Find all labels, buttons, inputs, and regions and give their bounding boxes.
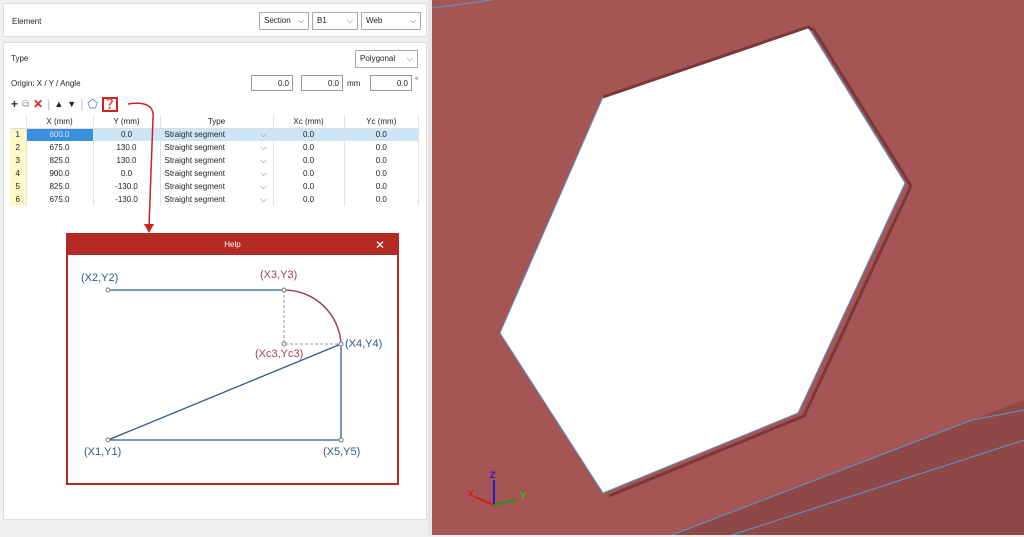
help-title: Help [224, 240, 241, 249]
label-pc: (Xc3,Yc3) [255, 348, 303, 360]
label-p5: (X5,Y5) [323, 446, 360, 458]
help-diagram: (X2,Y2) (X3,Y3) (X4,Y4) (Xc3,Yc3) (X1,Y1… [81, 269, 382, 458]
label-p3: (X3,Y3) [260, 269, 297, 281]
3d-model: Z X Y [431, 0, 1024, 536]
axis-z-label: Z [490, 470, 496, 480]
axis-x-label: X [468, 489, 474, 499]
label-p4: (X4,Y4) [345, 338, 382, 350]
label-p1: (X1,Y1) [84, 446, 121, 458]
axis-y-label: Y [520, 491, 526, 501]
help-title-bar: Help ✕ [68, 235, 397, 255]
help-dialog: Help ✕ (X2,Y2) (X3,Y3) (X4,Y4) (Xc3,Yc3) … [66, 233, 399, 485]
label-p2: (X2,Y2) [81, 272, 118, 284]
close-icon[interactable]: ✕ [375, 235, 385, 255]
axis-triad: Z X Y [468, 470, 526, 506]
3d-view[interactable]: Z X Y [431, 0, 1024, 536]
help-arrow [127, 102, 154, 233]
